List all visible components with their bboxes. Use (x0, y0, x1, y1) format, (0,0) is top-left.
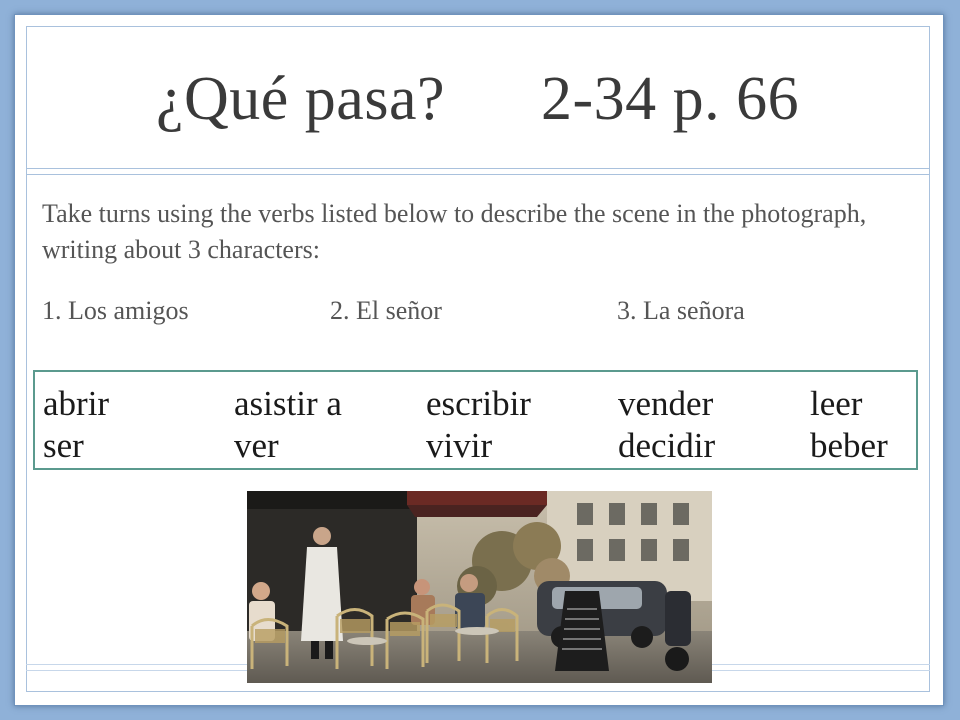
character-item-el-senor: 2. El señor (330, 296, 442, 325)
title-divider-secondary (26, 174, 930, 175)
verb-leer: leer (810, 384, 863, 423)
cafe-scene-photo (247, 491, 712, 683)
verb-asistir-a: asistir a (234, 384, 342, 423)
verb-ser: ser (43, 426, 84, 465)
verb-decidir: decidir (618, 426, 716, 465)
verb-ver: ver (234, 426, 279, 465)
verb-beber: beber (810, 426, 888, 465)
slide: ¿Qué pasa? 2-34 p. 66 Take turns using t… (14, 14, 944, 706)
character-list: 1. Los amigos 2. El señor 3. La señora (42, 296, 842, 332)
slide-title: ¿Qué pasa? 2-34 p. 66 (156, 65, 800, 133)
verb-vivir: vivir (426, 426, 493, 465)
title-divider (26, 168, 930, 169)
verb-vender: vender (618, 384, 714, 423)
character-item-la-senora: 3. La señora (617, 296, 745, 325)
character-item-los-amigos: 1. Los amigos (42, 296, 189, 325)
instructions-text: Take turns using the verbs listed below … (42, 199, 867, 264)
verb-abrir: abrir (43, 384, 110, 423)
verb-escribir: escribir (426, 384, 531, 423)
verb-list-box: abrir asistir a escribir vender leer ser… (33, 370, 918, 470)
